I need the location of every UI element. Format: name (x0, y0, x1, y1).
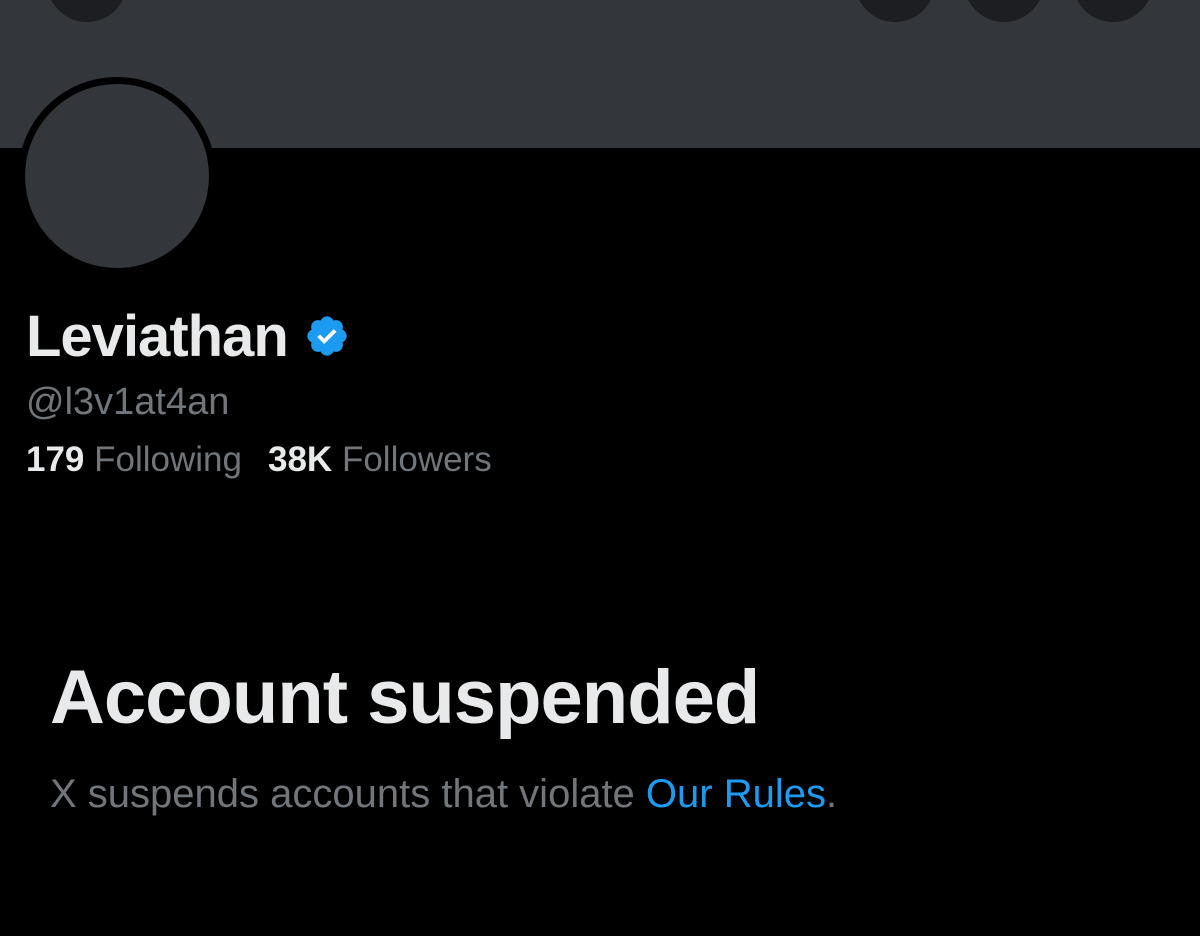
following-stat[interactable]: 179 Following (26, 440, 242, 479)
display-name: Leviathan (26, 303, 289, 369)
verified-badge-icon[interactable] (304, 313, 350, 359)
back-button[interactable] (47, 0, 127, 22)
avatar[interactable] (25, 84, 209, 268)
profile-page: Leviathan @l3v1at4an 179 Following 38K Fo… (0, 0, 1200, 936)
following-count: 179 (26, 440, 85, 479)
share-button[interactable] (964, 0, 1044, 22)
search-button[interactable] (855, 0, 935, 22)
follow-stats: 179 Following 38K Followers (26, 440, 492, 480)
suspended-description-text: X suspends accounts that violate (50, 772, 646, 816)
suspended-description: X suspends accounts that violate Our Rul… (50, 772, 837, 817)
suspended-title: Account suspended (50, 655, 760, 740)
name-row: Leviathan (26, 298, 350, 374)
our-rules-link[interactable]: Our Rules (646, 772, 826, 816)
suspended-description-period: . (825, 772, 838, 816)
more-options-button[interactable] (1073, 0, 1153, 22)
followers-label: Followers (341, 440, 492, 479)
following-label: Following (94, 440, 242, 479)
followers-count: 38K (268, 440, 333, 479)
avatar-ring (18, 77, 216, 275)
profile-handle: @l3v1at4an (26, 381, 230, 423)
followers-stat[interactable]: 38K Followers (268, 440, 492, 479)
